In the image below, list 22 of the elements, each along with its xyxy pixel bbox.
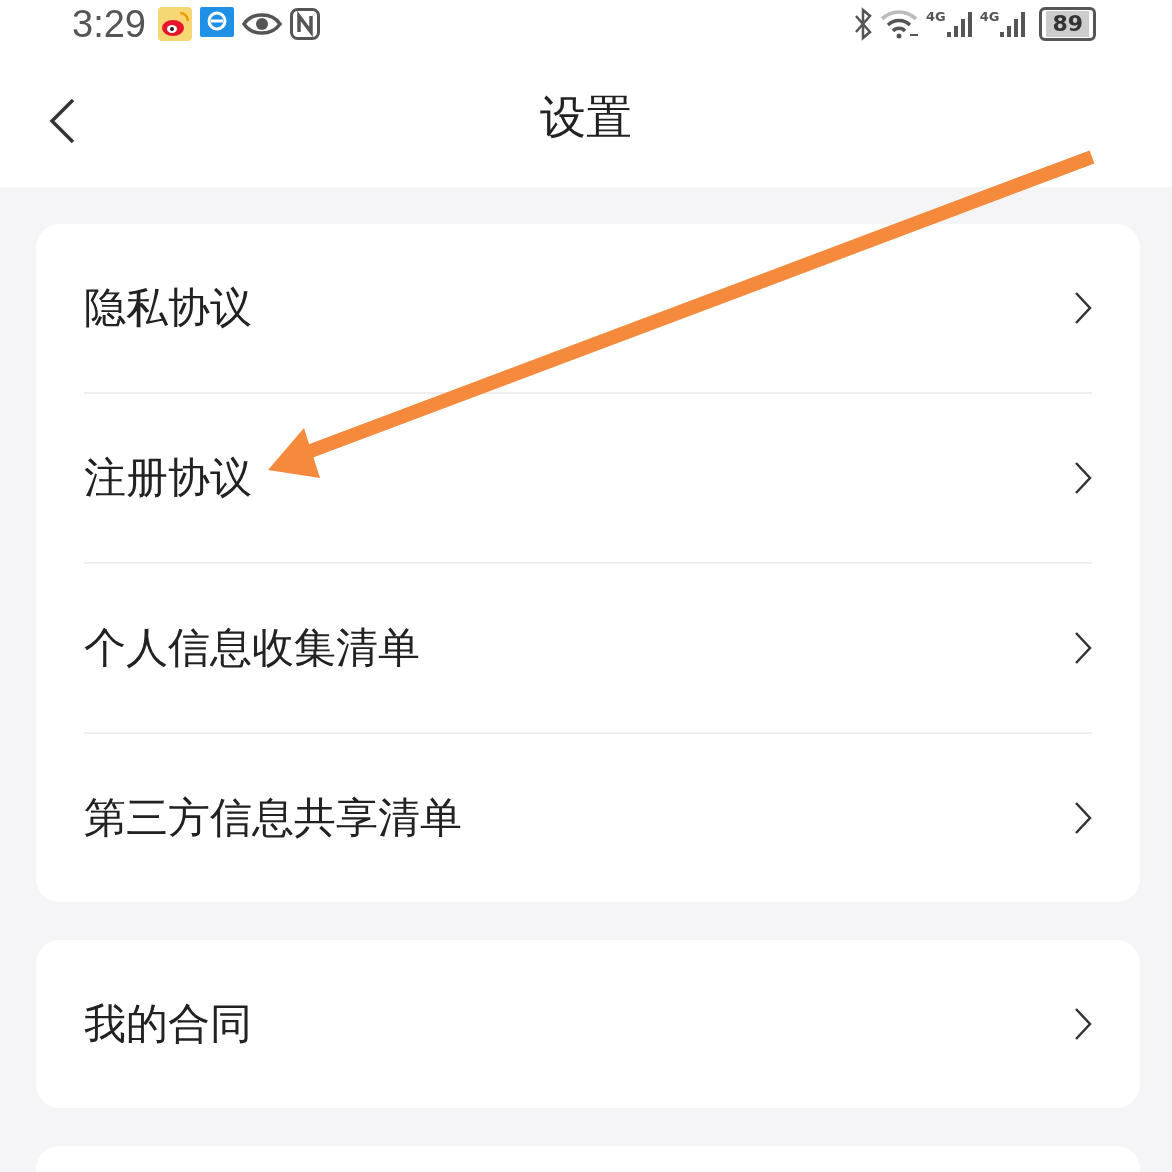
clock-time: 3:29: [72, 2, 146, 46]
chevron-right-icon: [1074, 291, 1092, 325]
nfc-icon: [289, 8, 320, 40]
back-icon: [48, 98, 76, 144]
settings-item[interactable]: 第三方信息共享清单: [84, 734, 1092, 902]
signal-icon: [999, 10, 1028, 38]
weibo-icon: [157, 7, 192, 41]
chevron-right-icon: [1074, 461, 1092, 495]
settings-item[interactable]: 隐私协议: [84, 224, 1092, 392]
eye-icon: [241, 11, 282, 37]
network-label: 4G: [925, 10, 946, 24]
page-title: 设置: [540, 88, 632, 146]
settings-item[interactable]: 注册协议: [84, 394, 1092, 562]
chevron-right-icon: [1074, 1007, 1092, 1041]
chevron-right-icon: [1074, 801, 1092, 835]
network-label: 4G: [979, 10, 1000, 24]
signal-icon: [945, 10, 974, 38]
chevron-right-icon: [1074, 631, 1092, 665]
settings-item[interactable]: 我的合同: [84, 940, 1092, 1108]
battery-level-text: 89: [1046, 11, 1089, 37]
wifi-icon: [879, 9, 920, 39]
settings-item[interactable]: 个人信息收集清单: [84, 564, 1092, 732]
